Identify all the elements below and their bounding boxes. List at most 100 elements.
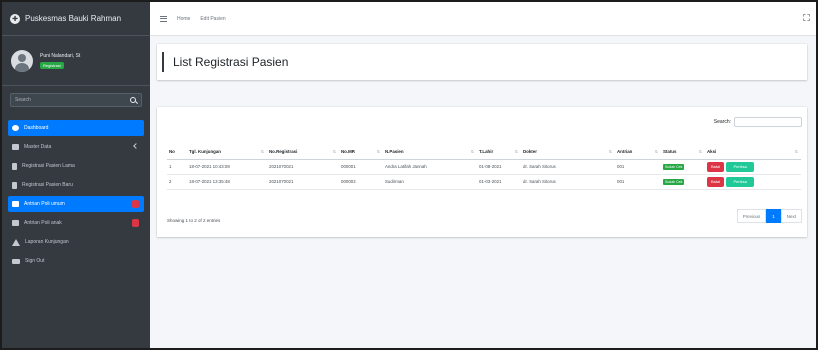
pagination-page-1[interactable]: 1 [766,209,781,223]
database-icon [12,144,19,150]
cell-nama-pasien: Sudirman [383,174,477,190]
registration-table-card: Search: No Tgl. Kunjungan ⇅ No.Registrasi… [157,107,807,237]
sort-icon: ⇅ [514,149,518,154]
table-search: Search: [714,117,802,127]
pagination-next[interactable]: Next [780,209,802,223]
cell-antrian: 001 [615,159,661,175]
registration-table: No Tgl. Kunjungan ⇅ No.Registrasi ⇅ No.MR ⇅… [167,144,801,190]
sidebar-search [10,93,142,107]
sort-icon: ⇅ [654,149,658,154]
sidebar-item-antrian-poli-umum[interactable]: Antrian Poli umum [8,196,144,212]
sidebar-item-laporan[interactable]: Laporan Kunjungan [8,234,144,250]
sort-icon: ⇅ [376,149,380,154]
table-header-row: No Tgl. Kunjungan ⇅ No.Registrasi ⇅ No.MR ⇅… [167,144,801,160]
list-icon [12,220,19,226]
sort-icon: ⇅ [698,149,702,154]
fullscreen-icon[interactable] [803,14,810,21]
sidebar-item-label: Master Data [24,144,52,150]
sidebar-item-dashboard[interactable]: Dashboard [8,120,144,136]
sort-icon: ⇅ [470,149,474,154]
sidebar-item-label: Antrian Poli anak [24,220,62,226]
col-tgl-lahir[interactable]: T.Lahir ⇅ [477,144,521,160]
brand-text: Puskesmas Bauki Rahman [25,14,122,23]
pagination: Previous 1 Next [736,209,802,223]
cell-aksi: Batal Periksa [705,159,801,175]
sidebar-item-label: Registrasi Pasien Baru [22,182,73,188]
col-no-registrasi[interactable]: No.Registrasi ⇅ [267,144,339,160]
file-icon [12,181,17,189]
col-antrian[interactable]: Antrian ⇅ [615,144,661,160]
user-role-badge: Registrasi [40,61,64,69]
table-search-label: Search: [713,119,731,125]
user-info: Puni Nalandari, St Registrasi [40,53,80,69]
cell-tgl-kunjungan: 18-07-2021 13:35:48 [187,174,267,190]
cell-no-registrasi: 2021070021 [267,174,339,190]
sidebar-item-antrian-poli-anak[interactable]: Antrian Poli anak [8,215,144,231]
sidebar-item-master-data[interactable]: Master Data [8,139,144,155]
list-icon [12,201,19,207]
cell-status: Sudah Cek [661,159,705,175]
file-icon [12,162,17,170]
col-no[interactable]: No [167,144,187,160]
nav-breadcrumb-link[interactable]: Edit Pasien [200,16,225,22]
col-aksi[interactable]: Aksi ⇅ [705,144,801,160]
table-row: 2 18-07-2021 13:35:48 2021070021 000002 … [167,174,801,190]
sidebar-item-label: Antrian Poli umum [24,201,65,207]
col-status[interactable]: Status ⇅ [661,144,705,160]
page-title: List Registrasi Pasien [173,55,289,69]
cell-no-registrasi: 2021070021 [267,159,339,175]
sidebar-nav: Dashboard Master Data Registrasi Pasien … [8,120,144,272]
sidebar-item-registrasi-lama[interactable]: Registrasi Pasien Lama [8,158,144,174]
cell-tgl-lahir: 01-03-2021 [477,174,521,190]
sidebar: ✚ Puskesmas Bauki Rahman Puni Nalandari,… [2,2,150,348]
app-window: ✚ Puskesmas Bauki Rahman Puni Nalandari,… [0,0,818,350]
col-dokter[interactable]: Dokter ⇅ [521,144,615,160]
delete-button[interactable]: Batal [707,176,725,187]
pagination-previous[interactable]: Previous [736,209,767,223]
edit-button[interactable]: Periksa [726,161,755,172]
sidebar-item-label: Dashboard [24,125,49,131]
cell-dokter: dr. Sarah Sitorus [521,159,615,175]
cell-tgl-lahir: 01-08-2021 [477,159,521,175]
nav-home-link[interactable]: Home [177,16,190,22]
sidebar-search-input[interactable] [15,97,115,103]
cell-antrian: 001 [615,174,661,190]
cell-no: 1 [167,159,187,175]
cell-no: 2 [167,174,187,190]
delete-button[interactable]: Batal [707,161,725,172]
table-row: 1 18-07-2021 10:43:08 2021070021 000001 … [167,159,801,175]
cell-nama-pasien: Andra Latifah Jannah [383,159,477,175]
user-name: Puni Nalandari, St [40,52,81,59]
avatar [11,49,33,72]
sidebar-item-registrasi-baru[interactable]: Registrasi Pasien Baru [8,177,144,193]
sort-icon: ⇅ [332,149,336,154]
table-info: Showing 1 to 2 of 2 entries [167,218,221,223]
cell-aksi: Batal Periksa [705,174,801,190]
col-no-mr[interactable]: No.MR ⇅ [339,144,383,160]
sidebar-item-label: Registrasi Pasien Lama [22,163,75,169]
topbar: Home Edit Pasien [150,2,816,36]
sidebar-item-label: Sign Out [25,258,45,264]
cell-tgl-kunjungan: 18-07-2021 10:43:08 [187,159,267,175]
menu-toggle-icon[interactable] [160,15,167,22]
cell-no-mr: 000001 [339,159,383,175]
col-nama-pasien[interactable]: N.Pasien ⇅ [383,144,477,160]
sort-icon: ⇅ [260,149,264,154]
cell-status: Sudah Cek [661,174,705,190]
sign-out-icon [12,258,20,264]
search-icon[interactable] [130,96,137,104]
table-search-input[interactable] [734,117,802,127]
edit-button[interactable]: Periksa [726,176,755,187]
col-tgl-kunjungan[interactable]: Tgl. Kunjungan ⇅ [187,144,267,160]
brand[interactable]: ✚ Puskesmas Bauki Rahman [2,2,150,36]
user-panel[interactable]: Puni Nalandari, St Registrasi [2,36,150,86]
dashboard-icon [12,125,19,131]
report-icon [12,238,20,246]
status-badge: Sudah Cek [663,178,685,185]
brand-logo-icon: ✚ [10,13,20,24]
sort-icon: ⇅ [608,149,612,154]
count-badge [132,219,139,227]
cell-no-mr: 000002 [339,174,383,190]
sidebar-item-sign-out[interactable]: Sign Out [8,253,144,269]
chevron-icon [133,143,139,149]
